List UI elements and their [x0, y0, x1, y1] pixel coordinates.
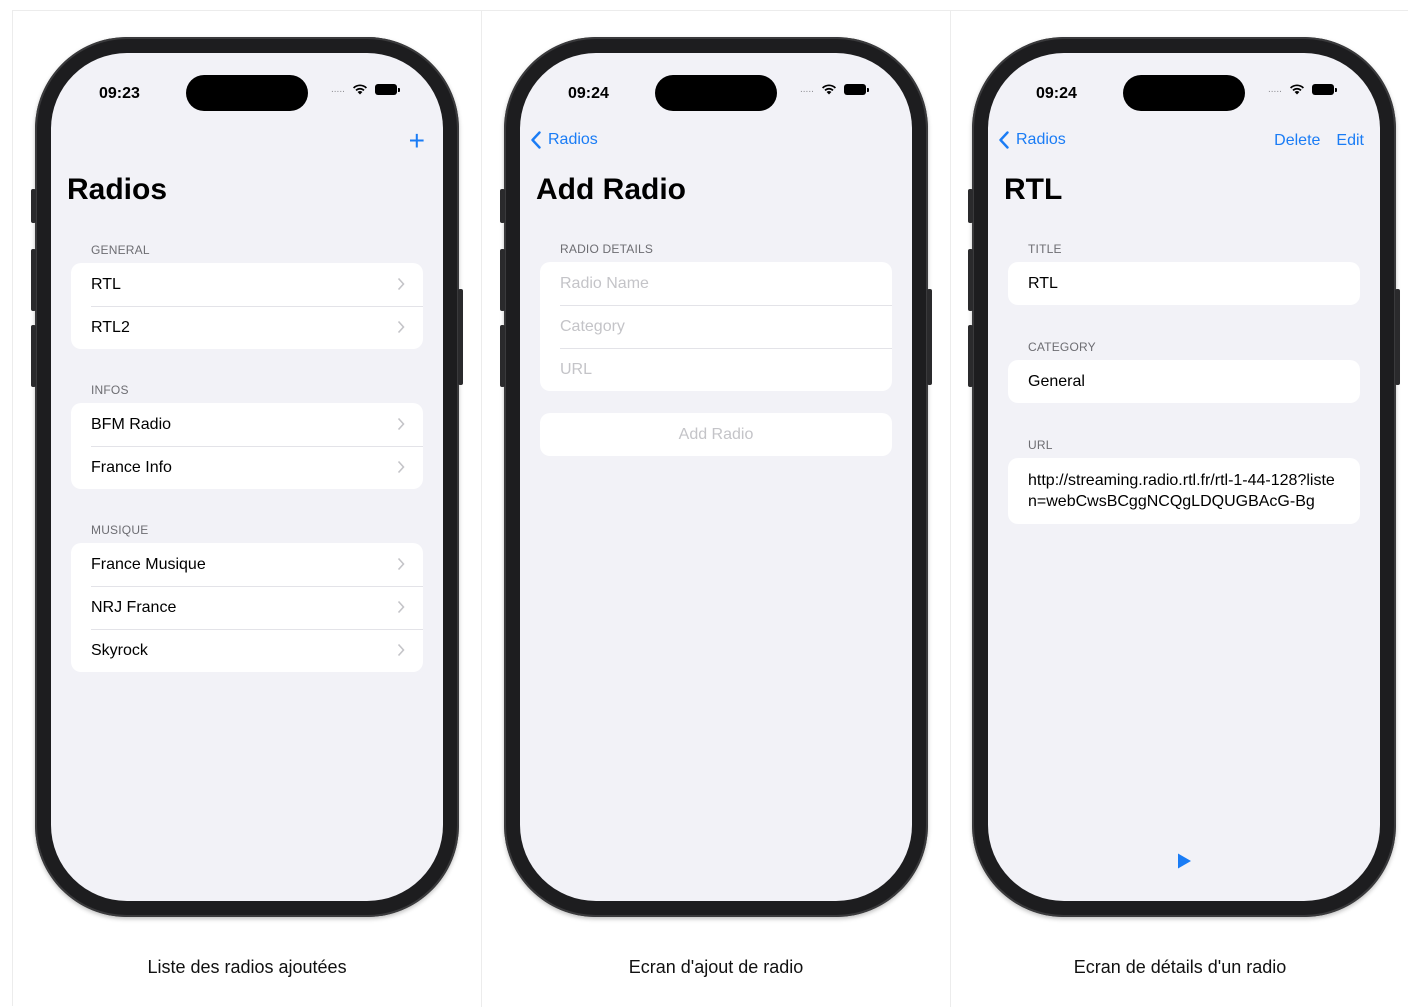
- list-item[interactable]: NRJ France: [71, 586, 423, 629]
- list-item[interactable]: RTL2: [71, 306, 423, 349]
- side-button: [968, 325, 973, 387]
- section-header-radio-details: RADIO DETAILS: [560, 242, 654, 256]
- caption: Ecran de détails d'un radio: [1073, 957, 1287, 977]
- side-button: [1395, 289, 1400, 385]
- page-title: RTL: [1004, 173, 1063, 206]
- wifi-icon: [352, 84, 367, 95]
- back-button-label: Radios: [1016, 131, 1066, 148]
- add-radio-button[interactable]: +: [409, 127, 425, 155]
- radio-group-infos: BFM Radio France Info: [71, 403, 423, 489]
- category-value: General: [1028, 372, 1085, 390]
- side-button: [968, 189, 973, 223]
- title-value: RTL: [1028, 274, 1058, 292]
- edit-button[interactable]: Edit: [1336, 132, 1364, 150]
- side-button: [31, 249, 36, 311]
- section-header-general: GENERAL: [91, 243, 150, 257]
- side-button: [968, 249, 973, 311]
- page-title: Radios: [67, 173, 168, 206]
- section-header-musique: MUSIQUE: [91, 523, 149, 537]
- add-radio-button[interactable]: Add Radio: [540, 413, 892, 456]
- status-time: 09:24: [568, 85, 609, 102]
- phone-screen: 09:23 ..... + Radios GENERAL RTL RTL2 IN…: [51, 53, 443, 901]
- chevron-right-icon: [397, 600, 405, 614]
- side-button: [500, 189, 505, 223]
- chevron-right-icon: [397, 277, 405, 291]
- list-item[interactable]: France Musique: [71, 543, 423, 586]
- signal-dots: .....: [800, 83, 814, 95]
- back-button[interactable]: Radios: [998, 131, 1066, 149]
- side-button: [31, 325, 36, 387]
- radio-details-form: Radio Name Category URL: [540, 262, 892, 391]
- chevron-left-icon: [999, 131, 1009, 149]
- back-button-label: Radios: [548, 131, 598, 148]
- side-button: [500, 325, 505, 387]
- screenshot-grid: 09:23 ..... + Radios GENERAL RTL RTL2 IN…: [12, 10, 1409, 1007]
- status-time: 09:23: [99, 85, 140, 102]
- chevron-right-icon: [397, 643, 405, 657]
- list-item[interactable]: France Info: [71, 446, 423, 489]
- list-item-label: France Info: [91, 458, 172, 476]
- url-value: http://streaming.radio.rtl.fr/rtl-1-44-1…: [1028, 472, 1335, 510]
- signal-dots: .....: [331, 83, 345, 95]
- section-header-title: TITLE: [1028, 242, 1062, 256]
- page-title: Add Radio: [536, 173, 686, 206]
- section-header-infos: INFOS: [91, 383, 129, 397]
- phone-screen: 09:24 ..... Radios Delete Edit RTL TITLE: [988, 53, 1380, 901]
- battery-icon: [374, 83, 400, 95]
- list-item[interactable]: BFM Radio: [71, 403, 423, 446]
- play-icon[interactable]: [1175, 852, 1193, 870]
- wifi-icon: [821, 84, 836, 95]
- url-group: http://streaming.radio.rtl.fr/rtl-1-44-1…: [1008, 458, 1360, 524]
- signal-dots: .....: [1268, 83, 1282, 95]
- dynamic-island: [655, 75, 777, 111]
- title-group: RTL: [1008, 262, 1360, 305]
- dynamic-island: [186, 75, 308, 111]
- list-item-label: BFM Radio: [91, 415, 172, 433]
- phone-screen: 09:24 ..... Radios Add Radio RADIO DETAI…: [520, 53, 912, 901]
- side-button: [458, 289, 463, 385]
- radio-name-field[interactable]: Radio Name: [540, 262, 892, 305]
- battery-icon: [843, 83, 869, 95]
- caption: Ecran d'ajout de radio: [628, 957, 804, 977]
- chevron-left-icon: [531, 131, 541, 149]
- list-item-label: Skyrock: [91, 641, 148, 659]
- back-button[interactable]: Radios: [530, 131, 598, 149]
- side-button: [500, 249, 505, 311]
- delete-button[interactable]: Delete: [1274, 132, 1320, 150]
- section-header-url: URL: [1028, 438, 1053, 452]
- side-button: [31, 189, 36, 223]
- category-group: General: [1008, 360, 1360, 403]
- phone-frame: 09:24 ..... Radios Add Radio RADIO DETAI…: [500, 37, 932, 917]
- list-item-label: RTL: [91, 275, 121, 293]
- chevron-right-icon: [397, 460, 405, 474]
- list-item[interactable]: RTL: [71, 263, 423, 306]
- category-field[interactable]: Category: [540, 305, 892, 348]
- chevron-right-icon: [397, 557, 405, 571]
- url-field[interactable]: URL: [540, 348, 892, 391]
- phone-frame: 09:23 ..... + Radios GENERAL RTL RTL2 IN…: [31, 37, 463, 917]
- dynamic-island: [1123, 75, 1245, 111]
- status-icons: .....: [331, 83, 400, 95]
- list-item-label: France Musique: [91, 555, 206, 573]
- radio-group-musique: France Musique NRJ France Skyrock: [71, 543, 423, 672]
- chevron-right-icon: [397, 417, 405, 431]
- section-header-category: CATEGORY: [1028, 340, 1096, 354]
- panel-radio-list: 09:23 ..... + Radios GENERAL RTL RTL2 IN…: [13, 11, 482, 1007]
- status-icons: .....: [1268, 83, 1337, 95]
- side-button: [927, 289, 932, 385]
- radio-group-general: RTL RTL2: [71, 263, 423, 349]
- panel-radio-details: 09:24 ..... Radios Delete Edit RTL TITLE: [951, 11, 1409, 1007]
- wifi-icon: [1289, 84, 1304, 95]
- panel-add-radio: 09:24 ..... Radios Add Radio RADIO DETAI…: [482, 11, 951, 1007]
- battery-icon: [1311, 83, 1337, 95]
- phone-frame: 09:24 ..... Radios Delete Edit RTL TITLE: [968, 37, 1400, 917]
- status-icons: .....: [800, 83, 869, 95]
- caption: Liste des radios ajoutées: [147, 957, 347, 977]
- list-item-label: RTL2: [91, 318, 130, 336]
- status-time: 09:24: [1036, 85, 1077, 102]
- nav-actions: Delete Edit: [1274, 132, 1364, 150]
- chevron-right-icon: [397, 320, 405, 334]
- list-item[interactable]: Skyrock: [71, 629, 423, 672]
- list-item-label: NRJ France: [91, 598, 177, 616]
